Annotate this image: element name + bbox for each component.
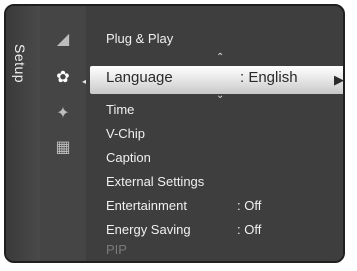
input-icon[interactable]: ✦: [50, 102, 76, 124]
menu-item-label: Time: [106, 102, 135, 117]
menu-item-label: Plug & Play: [106, 31, 174, 46]
category-icons: ◢ ✿ ✦ ▦ ◂: [40, 6, 88, 261]
menu-item-label: Caption: [106, 150, 151, 165]
setup-sidebar: Setup: [6, 6, 41, 261]
menu-item-label: Language: [106, 69, 173, 86]
menu-item-label: Entertainment: [106, 198, 187, 213]
menu-item-label: PIP: [106, 242, 127, 257]
menu-item-value: : Off: [237, 222, 262, 237]
menu-list: Plug & Play ⌃ Language : English ▶ ⌄ Tim…: [86, 6, 343, 261]
menu-item-value: : Off: [237, 198, 262, 213]
menu-item-v-chip[interactable]: V-Chip: [106, 123, 145, 145]
up-arrow-icon: ⌃: [216, 52, 225, 63]
down-arrow-icon: ⌄: [216, 90, 225, 101]
menu-item-plug-play[interactable]: Plug & Play: [106, 28, 173, 50]
menu-item-time[interactable]: Time: [106, 99, 134, 121]
right-arrow-icon: ▶: [334, 72, 344, 87]
setup-label: Setup: [12, 44, 28, 84]
menu-item-value: : English: [240, 69, 298, 86]
setup-gear-icon[interactable]: ✿: [50, 66, 76, 88]
menu-item-external-settings[interactable]: External Settings: [106, 171, 204, 193]
menu-item-label: External Settings: [106, 174, 205, 189]
picture-icon[interactable]: ◢: [50, 28, 76, 50]
menu-item-pip: PIP: [106, 239, 127, 261]
menu-item-energy-saving[interactable]: Energy Saving: [106, 219, 191, 241]
menu-item-caption[interactable]: Caption: [106, 147, 151, 169]
application-icon[interactable]: ▦: [50, 136, 76, 158]
menu-item-entertainment[interactable]: Entertainment: [106, 195, 187, 217]
menu-item-label: V-Chip: [106, 126, 146, 141]
setup-menu-window: Setup ◢ ✿ ✦ ▦ ◂ Plug & Play ⌃ Language :…: [4, 4, 345, 263]
menu-item-label: Energy Saving: [106, 222, 191, 237]
